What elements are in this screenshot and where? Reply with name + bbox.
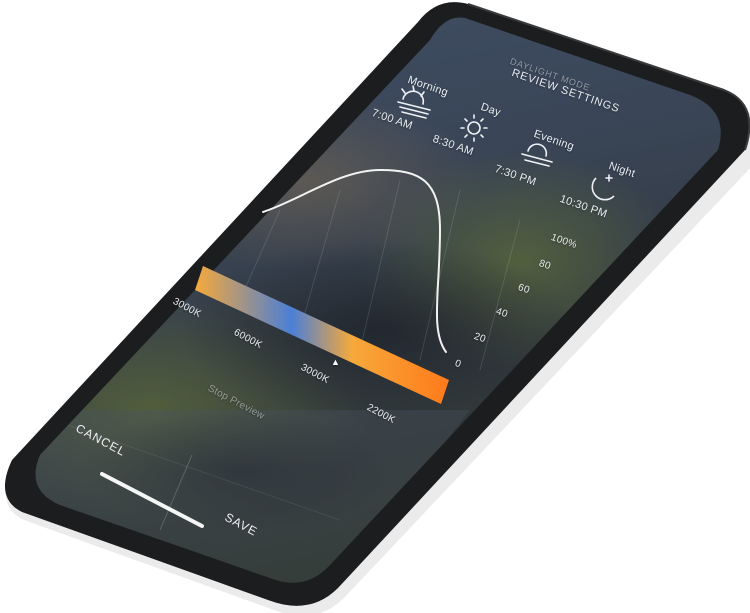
temperature-marker[interactable]: ▲ bbox=[331, 357, 340, 367]
phone-device bbox=[4, 2, 750, 613]
app-showcase: DAYLIGHT MODE REVIEW SETTINGS Morning 7:… bbox=[0, 0, 750, 613]
